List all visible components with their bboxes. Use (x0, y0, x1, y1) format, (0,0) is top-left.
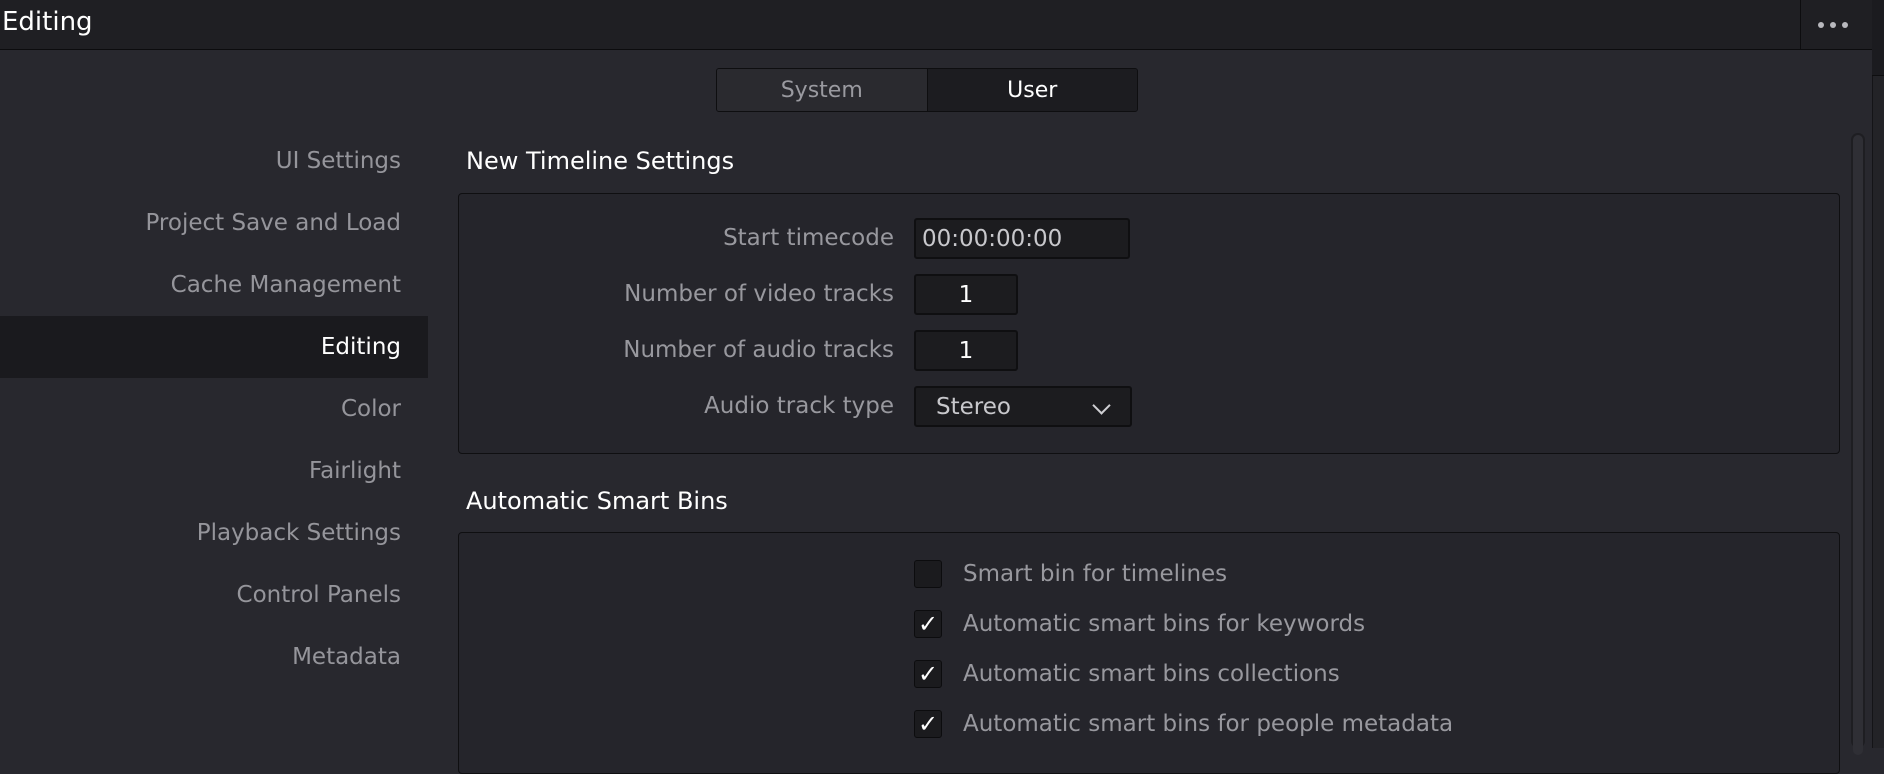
sidebar-item-playback-settings[interactable]: Playback Settings (0, 502, 428, 564)
audio-tracks-field[interactable]: 1 (914, 330, 1018, 371)
sidebar-item-control-panels[interactable]: Control Panels (0, 564, 428, 626)
start-timecode-field[interactable]: 00:00:00:00 (914, 218, 1130, 259)
settings-sidebar: UI Settings Project Save and Load Cache … (0, 130, 428, 688)
smart-bins-keywords-row: ✓ Automatic smart bins for keywords (914, 610, 1365, 638)
tab-system[interactable]: System (717, 69, 928, 111)
new-timeline-settings-heading: New Timeline Settings (466, 147, 735, 175)
more-horizontal-icon (1818, 21, 1824, 28)
smart-bins-people-checkbox[interactable]: ✓ (914, 710, 942, 738)
chevron-down-icon (1092, 396, 1111, 415)
audio-track-type-label: Audio track type (704, 393, 894, 419)
checkmark-icon: ✓ (917, 710, 939, 738)
more-horizontal-icon (1830, 21, 1836, 28)
more-options-button[interactable] (1800, 0, 1865, 49)
window-edge (1872, 0, 1884, 748)
audio-track-type-value: Stereo (936, 393, 1011, 420)
scrollbar-thumb[interactable] (1853, 135, 1863, 755)
sidebar-item-metadata[interactable]: Metadata (0, 626, 428, 688)
sidebar-item-ui-settings[interactable]: UI Settings (0, 130, 428, 192)
preferences-tab-switch: System User (716, 68, 1138, 112)
window-edge-notch (1872, 0, 1884, 76)
sidebar-item-editing[interactable]: Editing (0, 316, 428, 378)
smart-bin-timelines-row: Smart bin for timelines (914, 560, 1227, 588)
video-tracks-label: Number of video tracks (624, 281, 894, 307)
checkmark-icon: ✓ (917, 660, 939, 688)
smart-bin-timelines-label: Smart bin for timelines (963, 561, 1228, 587)
window-title: Editing (2, 7, 93, 37)
title-bar: Editing (0, 0, 1884, 50)
sidebar-item-color[interactable]: Color (0, 378, 428, 440)
smart-bins-collections-label: Automatic smart bins collections (963, 661, 1340, 687)
audio-track-type-select[interactable]: Stereo (914, 386, 1132, 427)
tab-user[interactable]: User (927, 69, 1137, 111)
smart-bins-keywords-label: Automatic smart bins for keywords (963, 611, 1366, 637)
checkmark-icon: ✓ (917, 610, 939, 638)
audio-tracks-label: Number of audio tracks (623, 337, 894, 363)
automatic-smart-bins-heading: Automatic Smart Bins (466, 487, 728, 515)
video-tracks-field[interactable]: 1 (914, 274, 1018, 315)
sidebar-item-project-save-and-load[interactable]: Project Save and Load (0, 192, 428, 254)
smart-bins-people-row: ✓ Automatic smart bins for people metada… (914, 710, 1453, 738)
smart-bin-timelines-checkbox[interactable] (914, 560, 942, 588)
sidebar-item-fairlight[interactable]: Fairlight (0, 440, 428, 502)
sidebar-item-cache-management[interactable]: Cache Management (0, 254, 428, 316)
smart-bins-collections-checkbox[interactable]: ✓ (914, 660, 942, 688)
smart-bins-people-label: Automatic smart bins for people metadata (963, 711, 1454, 737)
smart-bins-collections-row: ✓ Automatic smart bins collections (914, 660, 1340, 688)
smart-bins-keywords-checkbox[interactable]: ✓ (914, 610, 942, 638)
start-timecode-label: Start timecode (723, 225, 894, 251)
more-horizontal-icon (1842, 21, 1848, 28)
